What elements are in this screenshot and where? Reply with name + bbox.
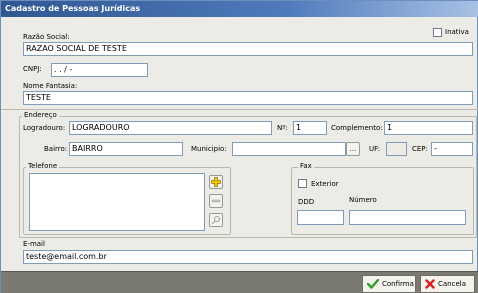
municipio-input[interactable] bbox=[232, 142, 346, 156]
cnpj-input[interactable]: . . / - bbox=[51, 63, 148, 77]
numero-label: Nº: bbox=[277, 124, 288, 132]
search-icon bbox=[211, 216, 220, 225]
cnpj-label: CNPJ: bbox=[23, 65, 42, 73]
exterior-checkbox[interactable] bbox=[298, 179, 307, 188]
cancel-button[interactable]: Cancela bbox=[420, 275, 475, 293]
telefone-group-label: Telefone bbox=[26, 162, 60, 171]
confirm-button[interactable]: Confirma bbox=[362, 275, 416, 293]
add-telefone-button[interactable] bbox=[209, 175, 223, 189]
nome-fantasia-input[interactable]: TESTE bbox=[23, 91, 473, 105]
bairro-label: Bairro: bbox=[44, 145, 68, 153]
razao-social-input[interactable]: RAZAO SOCIAL DE TESTE bbox=[23, 42, 473, 56]
complemento-input[interactable]: 1 bbox=[384, 121, 473, 135]
footer-bar: Confirma Cancela bbox=[1, 271, 478, 293]
fax-numero-label: Número bbox=[349, 196, 377, 204]
fax-group-label: Fax bbox=[298, 162, 314, 171]
search-telefone-button[interactable] bbox=[209, 213, 223, 227]
inativa-label: Inativa bbox=[445, 28, 469, 36]
dialog-window: Cadastro de Pessoas Jurídicas Inativa Ra… bbox=[0, 0, 478, 293]
municipio-search-button[interactable]: ... bbox=[346, 142, 360, 156]
inativa-checkbox[interactable] bbox=[433, 28, 442, 37]
numero-input[interactable]: 1 bbox=[293, 121, 327, 135]
uf-input[interactable] bbox=[386, 142, 407, 156]
telefone-list[interactable] bbox=[29, 173, 205, 231]
close-icon bbox=[425, 279, 435, 289]
minus-icon bbox=[211, 199, 221, 203]
email-label: E-mail bbox=[23, 240, 45, 248]
cep-input[interactable]: - bbox=[431, 142, 473, 156]
confirm-label: Confirma bbox=[382, 280, 414, 288]
check-icon bbox=[367, 279, 379, 289]
endereco-group-label: Endereço bbox=[22, 111, 59, 120]
separator bbox=[1, 109, 478, 110]
fax-numero-input[interactable] bbox=[349, 210, 466, 225]
uf-label: UF: bbox=[369, 145, 380, 153]
add-icon bbox=[211, 177, 221, 187]
ddd-label: DDD bbox=[298, 198, 315, 206]
cancel-label: Cancela bbox=[438, 280, 467, 288]
window-title: Cadastro de Pessoas Jurídicas bbox=[1, 1, 478, 17]
cep-label: CEP: bbox=[412, 145, 428, 153]
exterior-label: Exterior bbox=[311, 180, 339, 188]
municipio-label: Municipio: bbox=[191, 145, 227, 153]
remove-telefone-button[interactable] bbox=[209, 194, 223, 208]
bairro-input[interactable]: BAIRRO bbox=[69, 142, 183, 156]
razao-social-label: Razão Social: bbox=[23, 33, 70, 41]
ddd-input[interactable] bbox=[297, 210, 344, 225]
email-input[interactable]: teste@email.com.br bbox=[23, 250, 473, 264]
logradouro-label: Logradouro: bbox=[23, 124, 66, 132]
logradouro-input[interactable]: LOGRADOURO bbox=[69, 121, 272, 135]
nome-fantasia-label: Nome Fantasia: bbox=[23, 82, 78, 90]
complemento-label: Complemento: bbox=[331, 124, 383, 132]
